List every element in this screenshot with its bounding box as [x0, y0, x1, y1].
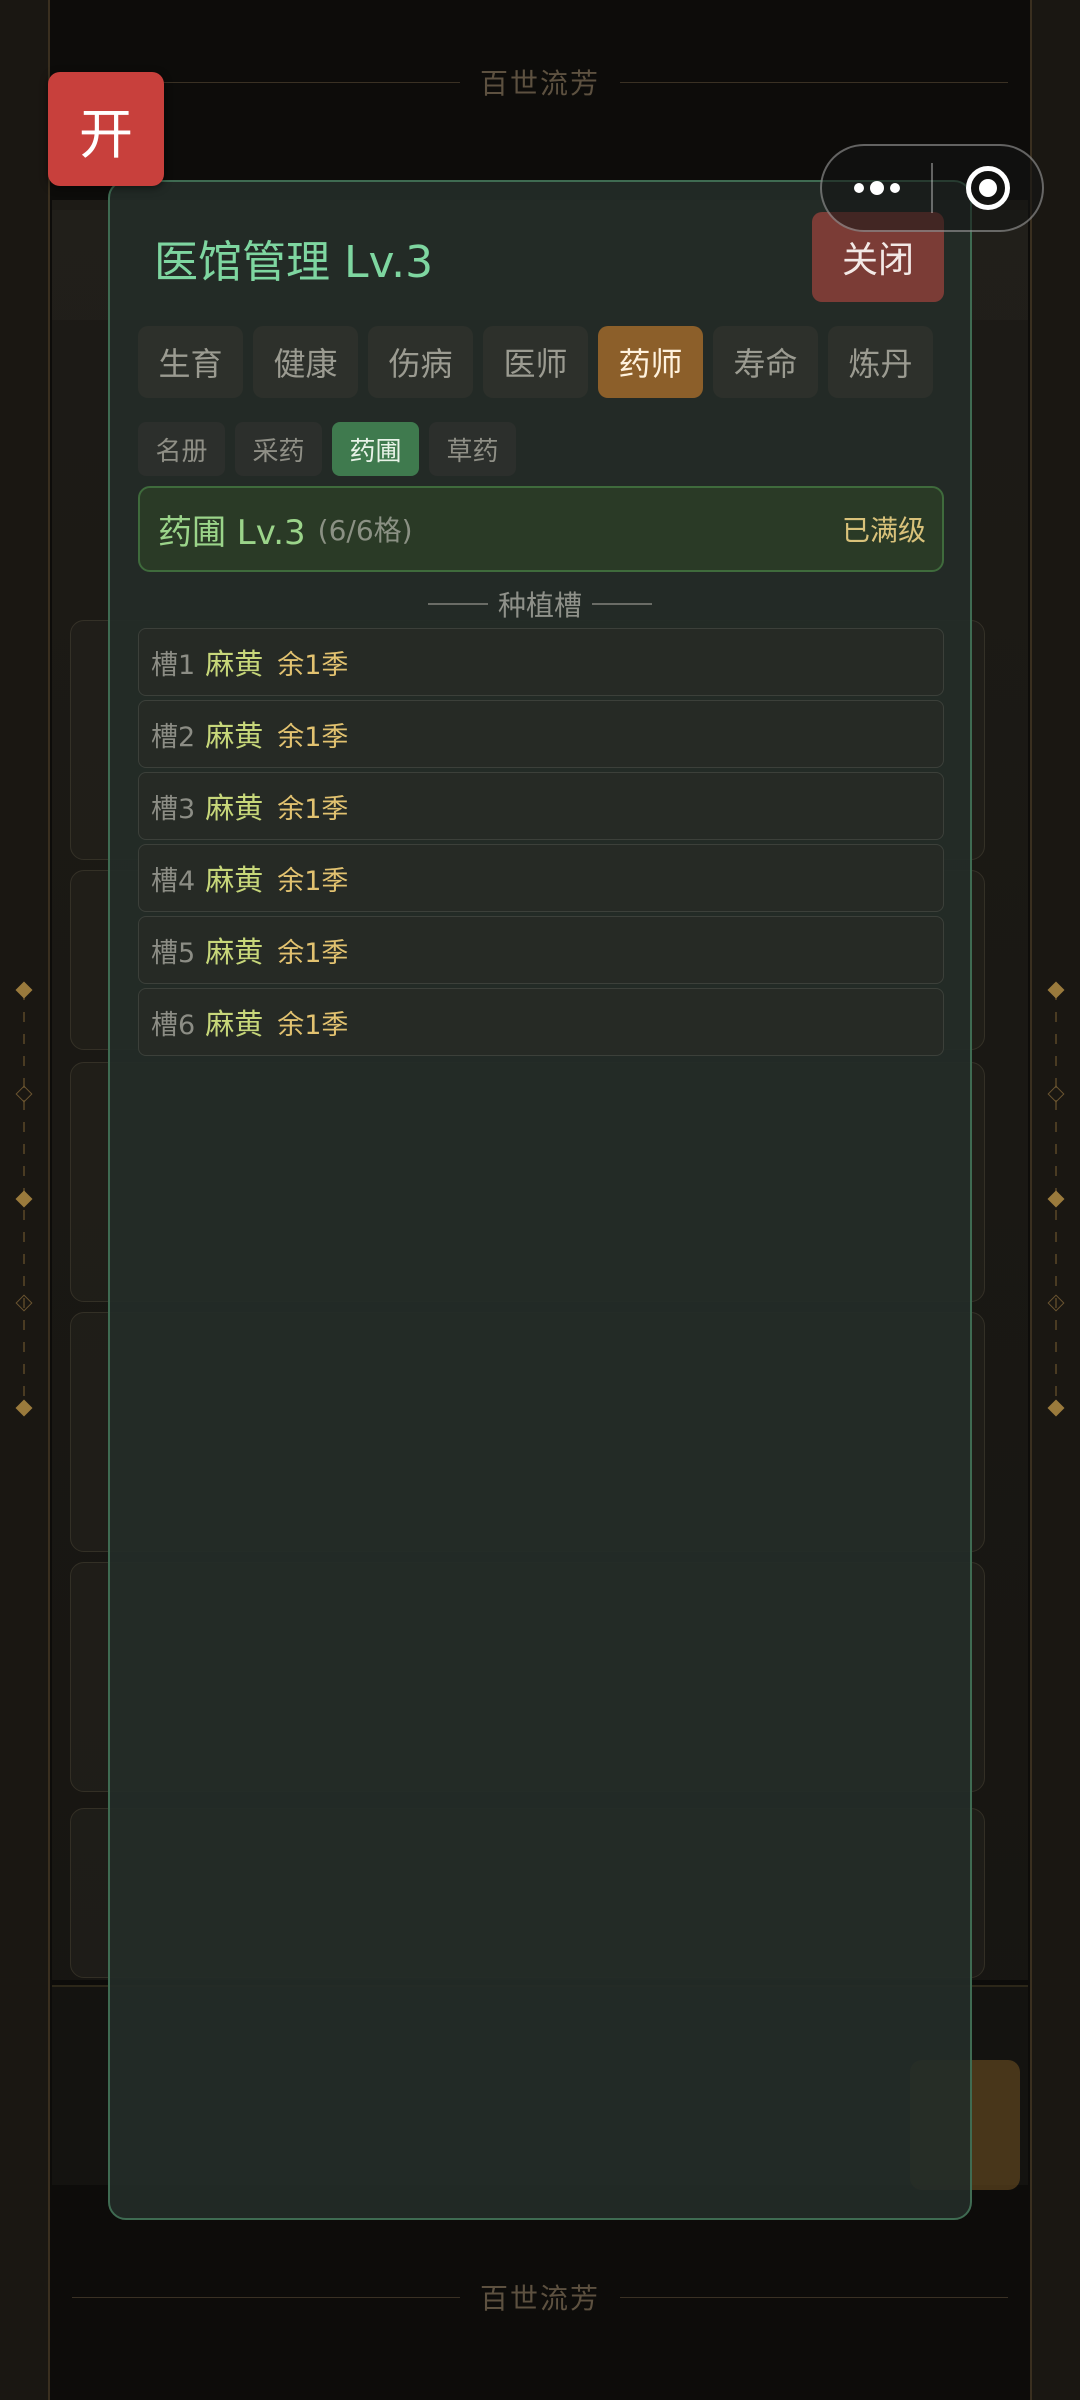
- diamond-icon: [15, 1085, 33, 1103]
- remaining-seasons: 余1季: [277, 865, 349, 897]
- remaining-seasons: 余1季: [277, 721, 349, 753]
- subtab-herb-garden[interactable]: 药圃: [332, 422, 419, 476]
- banner-line: [620, 81, 1009, 83]
- diamond-icon: [1047, 1399, 1065, 1417]
- herb-name: 麻黄: [205, 935, 264, 969]
- herb-name: 麻黄: [205, 791, 264, 825]
- app-root: 百世流芳 百世流芳 开 医馆管理 Lv.3 关闭 生育 健康 伤病 医师 药师 …: [0, 0, 1080, 2400]
- planting-slots-heading: 种植槽: [110, 584, 970, 624]
- heading-dash: [592, 603, 652, 605]
- main-tabs: 生育 健康 伤病 医师 药师 寿命 炼丹: [138, 326, 933, 398]
- diamond-icon: [1047, 981, 1065, 999]
- herb-name: 麻黄: [205, 863, 264, 897]
- planting-slot[interactable]: 槽4 麻黄 余1季: [138, 844, 944, 912]
- open-button[interactable]: 开: [48, 72, 164, 186]
- herb-name: 麻黄: [205, 647, 264, 681]
- clinic-management-modal: 医馆管理 Lv.3 关闭 生育 健康 伤病 医师 药师 寿命 炼丹 名册 采药 …: [108, 180, 972, 2220]
- section-title: 种植槽: [497, 589, 582, 622]
- slot-label: 槽4: [151, 865, 196, 897]
- slot-label: 槽6: [151, 1009, 196, 1041]
- more-button[interactable]: [822, 146, 931, 230]
- garden-title: 药圃 Lv.3: [158, 512, 306, 553]
- diamond-icon: [15, 1399, 33, 1417]
- herb-name: 麻黄: [205, 719, 264, 753]
- more-dots-icon: [853, 181, 900, 195]
- diamond-icon: [15, 981, 33, 999]
- target-icon: [965, 166, 1010, 210]
- tab-physician[interactable]: 医师: [483, 326, 588, 398]
- tab-injury[interactable]: 伤病: [368, 326, 473, 398]
- heading-dash: [427, 603, 488, 605]
- tab-health[interactable]: 健康: [253, 326, 358, 398]
- slot-label: 槽1: [151, 649, 196, 681]
- slot-label: 槽5: [151, 937, 196, 969]
- planting-slot[interactable]: 槽1 麻黄 余1季: [138, 628, 944, 696]
- right-frame: [1030, 0, 1080, 2400]
- sub-tabs: 名册 采药 药圃 草药: [138, 422, 516, 476]
- tab-alchemy[interactable]: 炼丹: [828, 326, 933, 398]
- diamond-icon: [1047, 1085, 1065, 1103]
- banner-title: 百世流芳: [480, 2282, 601, 2315]
- tab-pharmacist[interactable]: 药师: [598, 326, 703, 398]
- banner-line: [72, 2296, 460, 2298]
- planting-slot-list: 槽1 麻黄 余1季 槽2 麻黄 余1季 槽3 麻黄 余1季 槽4 麻黄 余1季 …: [138, 628, 944, 1060]
- remaining-seasons: 余1季: [277, 649, 349, 681]
- subtab-gather[interactable]: 采药: [235, 422, 322, 476]
- capsule-menu: [820, 144, 1044, 232]
- subtab-herbs[interactable]: 草药: [429, 422, 516, 476]
- diamond-icon: [1047, 1190, 1065, 1208]
- left-frame: [0, 0, 50, 2400]
- exit-button[interactable]: [933, 146, 1042, 230]
- slot-label: 槽2: [151, 721, 196, 753]
- remaining-seasons: 余1季: [277, 1009, 349, 1041]
- planting-slot[interactable]: 槽6 麻黄 余1季: [138, 988, 944, 1056]
- bottom-banner: 百世流芳: [52, 2275, 1028, 2319]
- banner-line: [620, 2296, 1009, 2298]
- planting-slot[interactable]: 槽3 麻黄 余1季: [138, 772, 944, 840]
- modal-title: 医馆管理 Lv.3: [154, 237, 434, 288]
- diamond-icon: [1047, 1294, 1065, 1312]
- subtab-roster[interactable]: 名册: [138, 422, 225, 476]
- banner-title: 百世流芳: [480, 67, 601, 100]
- herb-garden-card: 药圃 Lv.3 (6/6格) 已满级: [138, 486, 944, 572]
- planting-slot[interactable]: 槽2 麻黄 余1季: [138, 700, 944, 768]
- remaining-seasons: 余1季: [277, 937, 349, 969]
- top-banner: 百世流芳: [52, 60, 1028, 104]
- tab-lifespan[interactable]: 寿命: [713, 326, 818, 398]
- garden-capacity: (6/6格): [317, 514, 413, 547]
- garden-status: 已满级: [841, 514, 926, 547]
- diamond-icon: [15, 1190, 33, 1208]
- planting-slot[interactable]: 槽5 麻黄 余1季: [138, 916, 944, 984]
- remaining-seasons: 余1季: [277, 793, 349, 825]
- slot-label: 槽3: [151, 793, 196, 825]
- herb-name: 麻黄: [205, 1007, 264, 1041]
- tab-birth[interactable]: 生育: [138, 326, 243, 398]
- diamond-icon: [15, 1294, 33, 1312]
